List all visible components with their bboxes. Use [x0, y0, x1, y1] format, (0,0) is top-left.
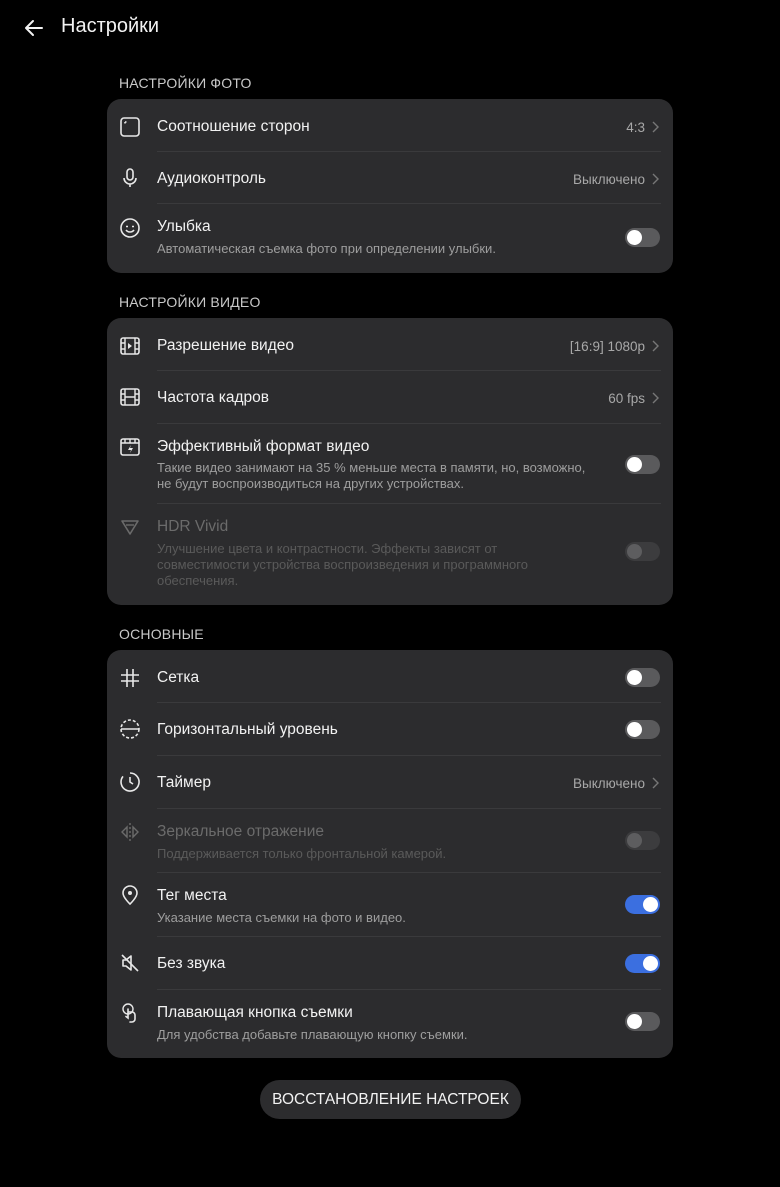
- timer-value: Выключено: [573, 776, 645, 791]
- hdr-vivid-toggle: [625, 542, 660, 561]
- mirror-row: Зеркальное отражение Поддерживается толь…: [107, 809, 673, 873]
- general-settings-card: Сетка Горизонтальный уровень Таймер Выкл…: [107, 650, 673, 1058]
- timer-row[interactable]: Таймер Выключено: [107, 756, 673, 809]
- grid-toggle[interactable]: [625, 668, 660, 687]
- efficient-format-row[interactable]: Эффективный формат видео Такие видео зан…: [107, 424, 673, 504]
- geotag-description: Указание места съемки на фото и видео.: [157, 910, 406, 925]
- smile-label: Улыбка: [157, 218, 211, 235]
- geotag-toggle[interactable]: [625, 895, 660, 914]
- grid-icon: [117, 665, 143, 691]
- efficient-format-description: Такие видео занимают на 35 % меньше мест…: [157, 460, 586, 491]
- location-icon: [117, 882, 143, 908]
- chevron-right-icon: [652, 777, 659, 789]
- floating-shutter-label: Плавающая кнопка съемки: [157, 1004, 353, 1021]
- horizontal-level-toggle[interactable]: [625, 720, 660, 739]
- timer-label: Таймер: [157, 774, 211, 791]
- section-title-general: ОСНОВНЫЕ: [119, 626, 204, 642]
- mute-label: Без звука: [157, 955, 226, 972]
- microphone-icon: [117, 165, 143, 191]
- mute-row[interactable]: Без звука: [107, 937, 673, 990]
- timer-icon: [117, 769, 143, 795]
- smile-description: Автоматическая съемка фото при определен…: [157, 241, 496, 256]
- video-resolution-value: [16:9] 1080p: [569, 339, 645, 354]
- mirror-label: Зеркальное отражение: [157, 823, 325, 840]
- hdr-vivid-description: Улучшение цвета и контрастности. Эффекты…: [157, 541, 528, 588]
- efficient-format-toggle[interactable]: [625, 455, 660, 474]
- film-icon: [117, 384, 143, 410]
- horizontal-level-row[interactable]: Горизонтальный уровень: [107, 703, 673, 756]
- audio-control-label: Аудиоконтроль: [157, 170, 266, 187]
- efficient-format-label: Эффективный формат видео: [157, 438, 370, 455]
- smile-icon: [117, 215, 143, 241]
- mute-icon: [117, 950, 143, 976]
- floating-shutter-icon: [117, 1000, 143, 1026]
- hdr-icon: [117, 514, 143, 540]
- mirror-icon: [117, 819, 143, 845]
- video-resolution-label: Разрешение видео: [157, 337, 294, 354]
- page-title: Настройки: [61, 15, 160, 37]
- header: Настройки: [0, 0, 780, 56]
- arrow-left-icon: [25, 20, 43, 36]
- video-settings-card: Разрешение видео [16:9] 1080p Частота ка…: [107, 318, 673, 605]
- efficient-video-icon: [117, 434, 143, 460]
- audio-control-row[interactable]: Аудиоконтроль Выключено: [107, 152, 673, 204]
- aspect-ratio-value: 4:3: [626, 120, 645, 135]
- level-icon: [117, 716, 143, 742]
- frame-rate-value: 60 fps: [608, 391, 645, 406]
- aspect-ratio-label: Соотношение сторон: [157, 118, 310, 135]
- hdr-vivid-label: HDR Vivid: [157, 518, 229, 535]
- smile-toggle[interactable]: [625, 228, 660, 247]
- photo-settings-card: Соотношение сторон 4:3 Аудиоконтроль Вык…: [107, 99, 673, 273]
- chevron-right-icon: [652, 340, 659, 352]
- audio-control-value: Выключено: [573, 172, 645, 187]
- smile-row[interactable]: Улыбка Автоматическая съемка фото при оп…: [107, 204, 673, 273]
- section-title-photo: НАСТРОЙКИ ФОТО: [119, 75, 252, 91]
- grid-row[interactable]: Сетка: [107, 650, 673, 703]
- video-resolution-icon: [117, 333, 143, 359]
- floating-shutter-description: Для удобства добавьте плавающую кнопку с…: [157, 1027, 468, 1042]
- aspect-ratio-row[interactable]: Соотношение сторон 4:3: [107, 99, 673, 152]
- geotag-row[interactable]: Тег места Указание места съемки на фото …: [107, 873, 673, 937]
- mirror-toggle: [625, 831, 660, 850]
- floating-shutter-row[interactable]: Плавающая кнопка съемки Для удобства доб…: [107, 990, 673, 1058]
- chevron-right-icon: [652, 173, 659, 185]
- floating-shutter-toggle[interactable]: [625, 1012, 660, 1031]
- reset-settings-button[interactable]: ВОССТАНОВЛЕНИЕ НАСТРОЕК: [260, 1080, 521, 1119]
- chevron-right-icon: [652, 392, 659, 404]
- chevron-right-icon: [652, 121, 659, 133]
- horizontal-level-label: Горизонтальный уровень: [157, 721, 338, 738]
- grid-label: Сетка: [157, 669, 200, 686]
- mute-toggle[interactable]: [625, 954, 660, 973]
- section-title-video: НАСТРОЙКИ ВИДЕО: [119, 294, 261, 310]
- hdr-vivid-row: HDR Vivid Улучшение цвета и контрастност…: [107, 504, 673, 605]
- video-resolution-row[interactable]: Разрешение видео [16:9] 1080p: [107, 318, 673, 371]
- back-button[interactable]: [18, 12, 50, 44]
- frame-rate-row[interactable]: Частота кадров 60 fps: [107, 371, 673, 424]
- frame-rate-label: Частота кадров: [157, 389, 270, 406]
- mirror-description: Поддерживается только фронтальной камеро…: [157, 846, 447, 861]
- geotag-label: Тег места: [157, 887, 227, 904]
- aspect-ratio-icon: [117, 114, 143, 140]
